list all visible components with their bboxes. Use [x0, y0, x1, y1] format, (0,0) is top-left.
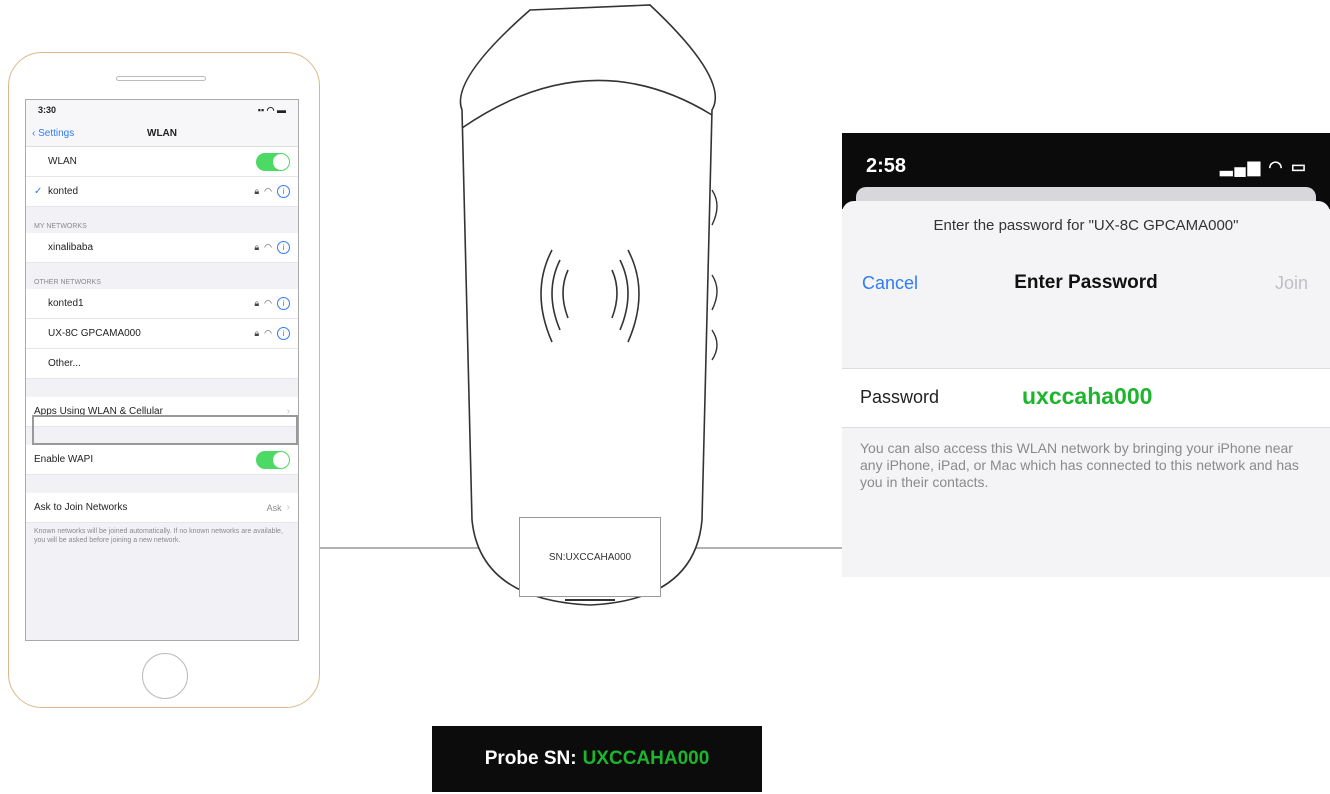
password-hint: You can also access this WLAN network by… [860, 440, 1299, 490]
password-label: Password [860, 387, 940, 407]
ask-label: Ask to Join Networks [34, 502, 128, 513]
status-time: 3:30 [38, 105, 57, 115]
footer-note: Known networks will be joined automatica… [34, 528, 283, 544]
home-button[interactable] [142, 653, 188, 699]
sn-label-value: UXCCAHA000 [582, 748, 710, 769]
password-prompt: Enter the password for "UX-8C GPCAMA000" [933, 217, 1239, 234]
lock-icon: 🔒︎ [254, 328, 260, 338]
info-icon[interactable]: i [277, 327, 290, 340]
wlan-label: WLAN [48, 156, 77, 167]
network-row-ux8c[interactable]: UX-8C GPCAMA000 🔒︎ ◠ i [26, 319, 298, 349]
password-value[interactable]: uxccaha000 [1022, 383, 1152, 410]
wifi-icon: ◠ [264, 242, 272, 252]
wifi-icon: ◠ [264, 186, 272, 196]
wlan-toggle[interactable] [256, 152, 290, 171]
other-networks-header: OTHER NETWORKS [34, 279, 101, 286]
checkmark-icon: ✓ [34, 186, 43, 197]
info-icon[interactable]: i [277, 185, 290, 198]
network-name: UX-8C GPCAMA000 [48, 328, 141, 339]
page-title: WLAN [147, 127, 177, 139]
network-row-connected[interactable]: ✓ konted 🔒︎ ◠ i [26, 177, 298, 207]
ask-value: Ask [266, 502, 282, 513]
phone-frame: 3:30 ▪▪ ◠ ▬ ‹ Settings WLAN WLAN ✓ konte… [8, 52, 320, 708]
network-name: konted [48, 186, 79, 197]
enable-wapi-row: Enable WAPI [26, 445, 298, 475]
dialog-title: Enter Password [1014, 272, 1158, 293]
phone-speaker [116, 76, 206, 81]
probe-sn-box: SN:UXCCAHA000 [519, 517, 661, 597]
lock-icon: 🔒︎ [254, 186, 260, 196]
wifi-icon: ◠ [264, 328, 272, 338]
network-row-xinalibaba[interactable]: xinalibaba 🔒︎ ◠ i [26, 233, 298, 263]
chevron-right-icon: › [286, 502, 290, 513]
lock-icon: 🔒︎ [254, 242, 260, 252]
nav-bar: ‹ Settings WLAN [26, 120, 298, 147]
wapi-toggle[interactable] [256, 450, 290, 469]
wlan-settings-screen: 3:30 ▪▪ ◠ ▬ ‹ Settings WLAN WLAN ✓ konte… [25, 99, 299, 641]
network-row-konted1[interactable]: konted1 🔒︎ ◠ i [26, 289, 298, 319]
probe-sn-label: Probe SN: UXCCAHA000 [432, 726, 762, 792]
status-icons: ▂▄▆ ◠ ▭ [1220, 159, 1308, 176]
wifi-icon: ◠ [264, 298, 272, 308]
network-name: xinalibaba [48, 242, 94, 253]
network-name: konted1 [48, 298, 84, 309]
status-icons: ▪▪ ◠ ▬ [257, 104, 286, 115]
my-networks-header: MY NETWORKS [34, 223, 87, 230]
ask-to-join-row[interactable]: Ask to Join Networks Ask › [26, 493, 298, 523]
sn-label-prefix: Probe SN: [484, 748, 577, 769]
info-icon[interactable]: i [277, 241, 290, 254]
wapi-label: Enable WAPI [34, 454, 94, 465]
password-dialog-screenshot: 2:58 ▂▄▆ ◠ ▭ Enter the password for "UX-… [842, 133, 1330, 577]
lock-icon: 🔒︎ [254, 298, 260, 308]
highlight-box [32, 415, 298, 445]
network-row-other[interactable]: Other... [26, 349, 298, 379]
wlan-toggle-row: WLAN [26, 147, 298, 177]
password-field[interactable]: Password uxccaha000 [842, 368, 1330, 428]
join-button[interactable]: Join [1275, 273, 1308, 294]
info-icon[interactable]: i [277, 297, 290, 310]
status-bar: 3:30 ▪▪ ◠ ▬ [26, 100, 298, 120]
status-time: 2:58 [866, 155, 907, 177]
other-label: Other... [48, 358, 81, 369]
